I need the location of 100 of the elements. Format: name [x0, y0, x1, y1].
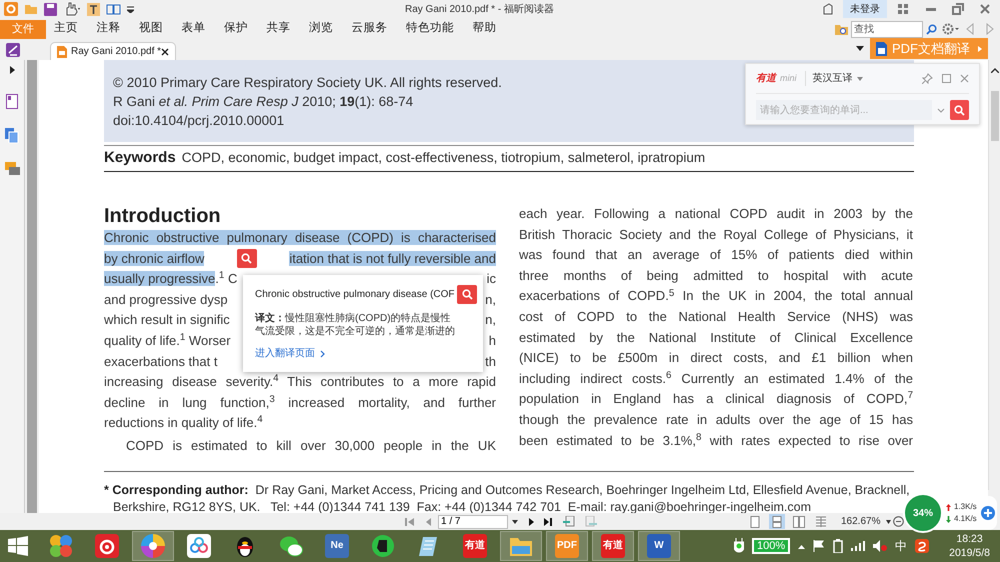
body-text-line: was found that an average of 15% of patients died within [519, 246, 913, 264]
signal-icon[interactable] [851, 541, 866, 551]
add-icon[interactable] [981, 506, 995, 520]
zoom-level[interactable]: 162.67% [841, 514, 880, 529]
close-icon[interactable] [161, 48, 170, 56]
body-text-line: (NICE) to be £500m in direct costs, and £1 billion when [519, 349, 913, 368]
input-tool-icon[interactable] [915, 539, 930, 553]
page-thumbnail-icon[interactable] [6, 94, 18, 109]
maximize-icon[interactable] [942, 74, 951, 83]
search-icon[interactable] [926, 24, 937, 34]
document-tab[interactable]: Ray Gani 2010.pdf * [50, 42, 176, 60]
account-button[interactable]: 未登录 [843, 0, 887, 18]
pin-icon[interactable] [922, 73, 933, 84]
text-tool-icon[interactable] [87, 2, 100, 16]
windows-start-icon[interactable] [8, 536, 28, 556]
power-plug-icon[interactable] [734, 538, 744, 554]
volume-icon[interactable] [873, 540, 888, 552]
restore-icon[interactable] [952, 3, 964, 15]
body-text-line: n, [485, 311, 496, 330]
app-icon[interactable] [371, 534, 395, 558]
menu-item[interactable]: 表单 [182, 20, 206, 38]
next-page-icon[interactable] [528, 516, 535, 526]
taskbar-button[interactable] [500, 531, 542, 561]
sign-icon[interactable] [6, 43, 20, 57]
layers-icon[interactable] [5, 128, 19, 143]
search-button[interactable] [950, 100, 969, 120]
menu-item[interactable]: 注释 [96, 20, 120, 38]
menu-item[interactable]: 保护 [224, 20, 248, 38]
summary-line: © 2010 Primary Care Respiratory Society UK. All rights reserved. [113, 74, 502, 92]
taskbar-button[interactable]: W [638, 531, 680, 561]
app-logo[interactable]: Ne [325, 534, 349, 558]
dropdown-icon[interactable] [512, 520, 518, 524]
menu-item[interactable]: 视图 [139, 20, 163, 38]
chevron-down-icon[interactable] [936, 108, 945, 112]
upload-arrow-icon [946, 504, 951, 510]
lookup-button[interactable] [236, 249, 257, 268]
menu-item[interactable]: 主页 [54, 20, 78, 38]
body-text-line: though the prevalence rate in adults over the age of 15 has [519, 410, 913, 429]
view-mode-button[interactable] [813, 514, 829, 529]
device-icon[interactable] [833, 539, 844, 553]
tab-label: Ray Gani 2010.pdf * [71, 45, 162, 59]
grid-icon[interactable] [897, 3, 909, 15]
menu-item[interactable]: 共享 [266, 20, 290, 38]
body-text-line: and progressive dysp [104, 290, 228, 309]
folder-search-icon[interactable] [835, 23, 848, 35]
save-icon[interactable] [44, 2, 57, 16]
show-hidden-icon[interactable] [798, 544, 806, 548]
search-icon [462, 289, 472, 300]
app-logo[interactable]: W [647, 534, 671, 558]
expand-arrow-icon[interactable] [10, 66, 14, 74]
app-logo-icon[interactable] [4, 2, 18, 16]
search-button[interactable] [457, 285, 477, 304]
clock-date[interactable]: 2019/5/8 [949, 546, 990, 560]
customize-icon[interactable] [127, 5, 134, 13]
page-number-field[interactable]: 1 / 7 [438, 514, 508, 528]
edition-label: mini [780, 72, 797, 85]
translation-mode-dropdown[interactable]: 英汉互译 [804, 71, 863, 86]
menu-item[interactable]: 云服务 [352, 20, 388, 38]
keywords-text: COPD, economic, budget impact, cost-effectiveness, tiotropium, salmeterol, ipratropium [182, 149, 706, 168]
document-icon [876, 42, 887, 56]
first-page-icon[interactable] [405, 516, 415, 526]
previous-view-icon[interactable] [563, 516, 577, 528]
scrollbar-thumb[interactable] [990, 91, 998, 141]
download-arrow-icon [946, 516, 951, 522]
search-field[interactable]: 查找 [851, 20, 923, 38]
summary-line: doi:10.4104/pcrj.2010.00001 [113, 112, 284, 130]
view-mode-button[interactable] [791, 514, 807, 529]
app-icon[interactable] [279, 534, 303, 558]
previous-page-icon[interactable] [425, 516, 432, 526]
comments-icon[interactable] [4, 162, 20, 176]
scrollbar[interactable] [988, 60, 1000, 490]
last-page-icon[interactable] [543, 516, 553, 526]
body-text-line: increasing disease severity.$^{4}$ This contributes to a more rapid [104, 372, 496, 392]
word-search-field[interactable]: 请输入您要查询的单词... [756, 100, 932, 120]
view-mode-button[interactable] [769, 514, 785, 529]
settings-icon[interactable] [942, 23, 960, 35]
zoom-out-icon[interactable] [893, 516, 904, 527]
dropdown-icon [856, 76, 863, 80]
body-text-line: estimated by the National Institute of Clinical Excellence [519, 328, 913, 347]
app-icon[interactable] [95, 534, 119, 558]
taskbar-button[interactable]: 有道 [592, 531, 634, 561]
dropdown-icon[interactable] [886, 520, 892, 524]
app-logo[interactable]: 有道 [601, 534, 625, 558]
body-text-line: ic [486, 270, 496, 288]
menu-item[interactable]: 浏览 [309, 20, 333, 38]
body-text-line: exacerbations that t [104, 352, 218, 371]
book-icon[interactable] [106, 3, 121, 15]
menu-item[interactable]: 帮助 [472, 20, 496, 38]
body-text-line: three months of being admitted to hospital with acute [519, 266, 913, 285]
translate-page-link[interactable]: 进入翻译页面 [255, 346, 325, 361]
menu-item[interactable]: 特色功能 [406, 20, 454, 38]
taskbar-button[interactable] [132, 531, 174, 561]
app-logo[interactable]: 有道 [463, 534, 487, 558]
flag-icon[interactable] [813, 540, 826, 552]
scroll-up-icon[interactable] [990, 68, 998, 73]
input-method-indicator[interactable]: 中 [895, 537, 908, 555]
page-layout-icon [793, 516, 805, 528]
dropdown-icon[interactable] [856, 46, 864, 52]
clock-time[interactable]: 18:23 [956, 532, 983, 546]
network-widget[interactable]: 34% 1.3K/s 4.1K/s [905, 496, 997, 530]
